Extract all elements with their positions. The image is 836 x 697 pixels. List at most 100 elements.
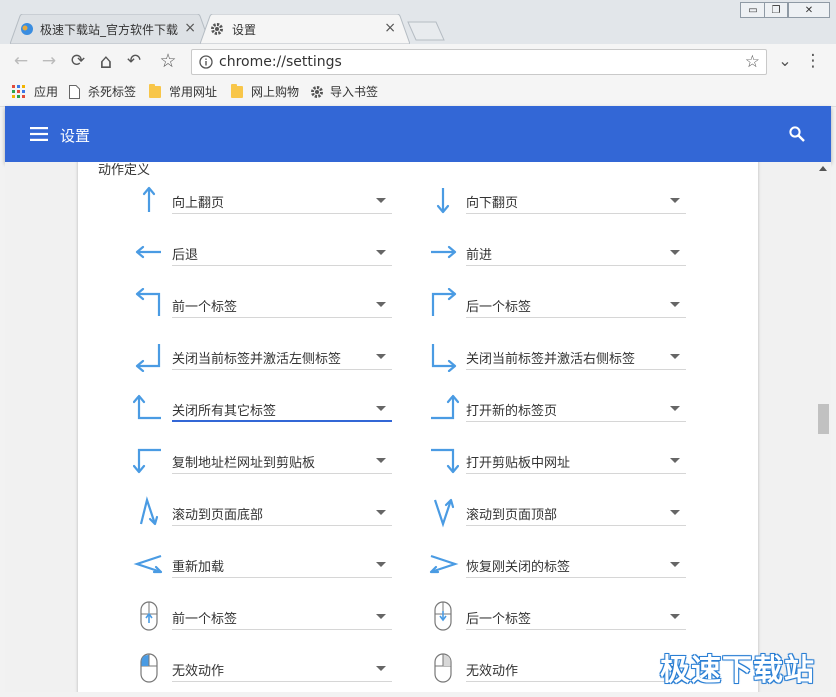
chevron-down-icon[interactable] [670, 198, 680, 203]
chevron-down-icon[interactable] [670, 614, 680, 619]
gesture-action-label: 无效动作 [172, 664, 225, 679]
bookmark-star-button[interactable]: ☆ [157, 50, 179, 72]
chevron-down-icon[interactable] [376, 458, 386, 463]
scroll-thumb[interactable] [818, 404, 829, 434]
bookmark-kill-tabs[interactable]: 杀死标签 [69, 83, 136, 100]
gesture-action-label: 前一个标签 [172, 300, 238, 315]
gesture-action-select[interactable]: 恢复刚关闭的标签 [466, 552, 686, 578]
gesture-action-label: 恢复刚关闭的标签 [466, 560, 571, 575]
arrow-right-icon [427, 236, 459, 268]
info-icon[interactable] [199, 55, 213, 69]
gesture-action-label: 前一个标签 [172, 612, 238, 627]
gesture-action-label: 无效动作 [466, 664, 519, 679]
gesture-action-select[interactable]: 滚动到页面底部 [172, 500, 392, 526]
gesture-action-select[interactable]: 无效动作 [172, 656, 392, 682]
gesture-action-label: 复制地址栏网址到剪贴板 [172, 456, 316, 471]
chevron-down-icon[interactable] [376, 510, 386, 515]
chevron-down-icon[interactable] [376, 614, 386, 619]
close-icon[interactable]: × [184, 20, 196, 36]
hamburger-icon[interactable] [30, 127, 48, 141]
mouse-right-click-icon [427, 652, 459, 684]
extensions-button[interactable]: ⌄ [774, 50, 796, 72]
chevron-down-icon[interactable] [376, 562, 386, 567]
gesture-action-select[interactable]: 前一个标签 [172, 292, 392, 318]
gesture-action-select[interactable]: 打开剪贴板中网址 [466, 448, 686, 474]
gesture-action-select[interactable]: 打开新的标签页 [466, 396, 686, 422]
gesture-action-select[interactable]: 复制地址栏网址到剪贴板 [172, 448, 392, 474]
gesture-action-label: 打开剪贴板中网址 [466, 456, 571, 471]
gesture-action-label: 滚动到页面底部 [172, 508, 264, 523]
gesture-action-select[interactable]: 后一个标签 [466, 292, 686, 318]
restore-button[interactable]: ❐ [764, 2, 788, 18]
star-icon[interactable]: ☆ [745, 52, 760, 72]
site-favicon-icon [21, 23, 33, 35]
up-left-icon [133, 287, 165, 320]
reload-button[interactable]: ⟳ [67, 50, 89, 72]
gear-icon [211, 23, 223, 35]
scrollbar[interactable] [816, 162, 831, 692]
chevron-down-icon[interactable] [670, 406, 680, 411]
left-down-icon [132, 444, 165, 476]
bookmark-apps[interactable]: 应用 [12, 83, 58, 100]
gesture-action-select[interactable]: 向上翻页 [172, 188, 392, 214]
up-right-icon [427, 287, 459, 320]
gesture-action-select[interactable]: 前进 [466, 240, 686, 266]
gesture-action-select[interactable]: 重新加载 [172, 552, 392, 578]
close-window-button[interactable]: ✕ [788, 2, 830, 18]
arrow-left-icon [133, 236, 165, 268]
gesture-action-select[interactable]: 后退 [172, 240, 392, 266]
gesture-action-select[interactable]: 关闭所有其它标签 [172, 396, 392, 422]
chevron-down-icon[interactable] [376, 354, 386, 359]
chevron-down-icon[interactable] [376, 406, 386, 411]
chevron-down-icon[interactable] [670, 562, 680, 567]
chevron-down-icon[interactable] [376, 666, 386, 671]
gesture-action-select[interactable]: 前一个标签 [172, 604, 392, 630]
bookmark-label: 应用 [34, 85, 59, 99]
gesture-action-select[interactable]: 向下翻页 [466, 188, 686, 214]
chevron-down-icon[interactable] [670, 302, 680, 307]
chevron-down-icon[interactable] [670, 458, 680, 463]
chevron-down-icon[interactable] [670, 250, 680, 255]
gesture-action-select[interactable]: 无效动作 [466, 656, 686, 682]
gesture-action-label: 打开新的标签页 [466, 404, 558, 419]
tab-settings[interactable]: 设置 × [200, 14, 410, 44]
bookmark-label: 常用网址 [169, 85, 218, 99]
url-text[interactable]: chrome://settings [219, 54, 342, 70]
new-tab-button[interactable] [406, 20, 446, 42]
undo-button[interactable]: ↶ [123, 50, 145, 72]
scroll-up-icon[interactable] [819, 166, 827, 171]
gesture-action-select[interactable]: 滚动到页面顶部 [466, 500, 686, 526]
chevron-down-icon[interactable] [376, 250, 386, 255]
gesture-action-label: 向下翻页 [466, 196, 519, 211]
up-down-icon [133, 496, 165, 528]
back-button[interactable]: ← [10, 50, 32, 72]
chevron-down-icon[interactable] [376, 198, 386, 203]
menu-button[interactable]: ⋮ [802, 50, 824, 72]
gesture-action-label: 关闭当前标签并激活右侧标签 [466, 352, 636, 367]
gesture-action-label: 前进 [466, 248, 493, 263]
right-up-icon [427, 392, 460, 424]
gesture-action-label: 滚动到页面顶部 [466, 508, 558, 523]
gesture-action-select[interactable]: 关闭当前标签并激活右侧标签 [466, 344, 686, 370]
forward-button[interactable]: → [38, 50, 60, 72]
close-icon[interactable]: × [384, 20, 396, 36]
watermark: 极速下载站 [660, 653, 815, 688]
chevron-down-icon[interactable] [670, 510, 680, 515]
bookmark-folder-common[interactable]: 常用网址 [149, 83, 217, 100]
address-bar[interactable]: chrome://settings ☆ [191, 49, 767, 75]
section-title: 动作定义 [98, 163, 151, 178]
chevron-down-icon[interactable] [376, 302, 386, 307]
home-button[interactable]: ⌂ [95, 50, 117, 72]
search-icon[interactable] [789, 126, 805, 142]
bookmarks-bar: 应用 杀死标签 常用网址 网上购物 导入书签 [0, 78, 836, 107]
gesture-action-select[interactable]: 后一个标签 [466, 604, 686, 630]
tab-jisu[interactable]: 极速下载站_官方软件下载 × [10, 14, 210, 44]
gesture-action-select[interactable]: 关闭当前标签并激活左侧标签 [172, 344, 392, 370]
bookmark-folder-shopping[interactable]: 网上购物 [231, 83, 299, 100]
right-down-icon [427, 444, 460, 476]
chevron-down-icon[interactable] [670, 354, 680, 359]
folder-icon [149, 83, 161, 98]
minimize-button[interactable]: ▭ [740, 2, 766, 18]
bookmark-import[interactable]: 导入书签 [310, 83, 378, 100]
page-icon [69, 84, 80, 99]
